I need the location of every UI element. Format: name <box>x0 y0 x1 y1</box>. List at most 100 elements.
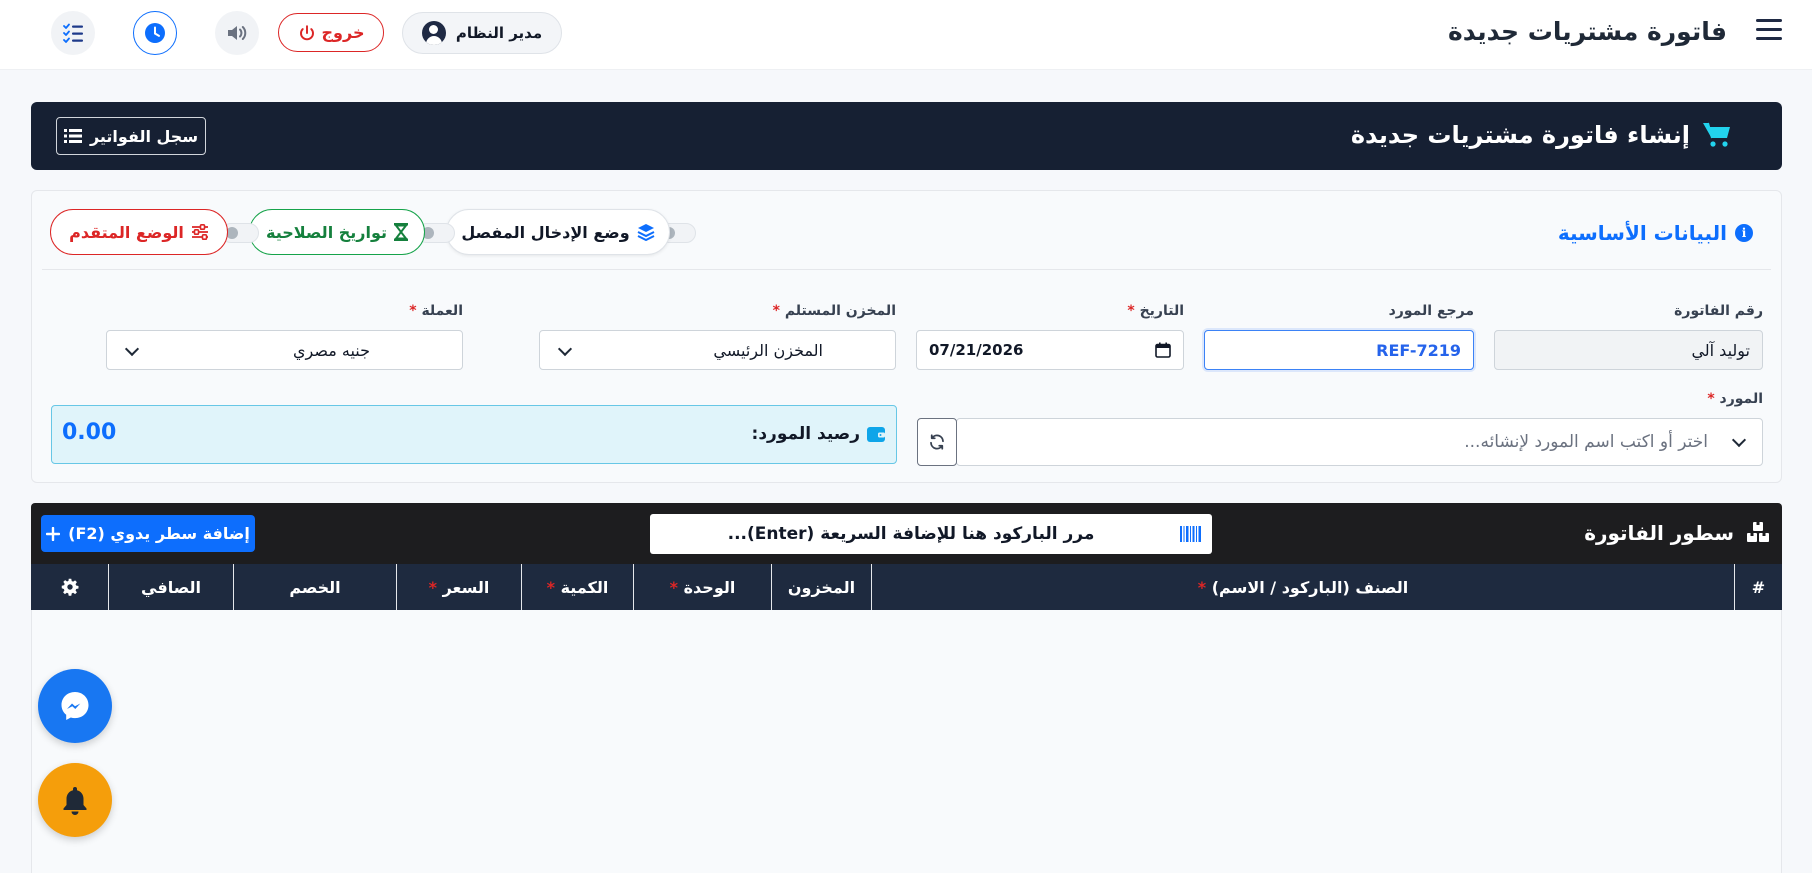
invoice-number-label: رقم الفاتورة <box>1674 303 1763 319</box>
basic-data-card: i البيانات الأساسية وضع الإدخال المفصل ت… <box>31 190 1782 483</box>
cart-icon <box>1703 122 1730 147</box>
invoice-lines-table-body <box>31 610 1782 873</box>
basic-data-title: i البيانات الأساسية <box>1558 221 1753 245</box>
column-item-label: الصنف (الباركود / الاسم) <box>1211 577 1409 597</box>
column-discount[interactable]: الخصم <box>233 564 396 610</box>
gear-icon[interactable] <box>61 578 79 596</box>
speaker-icon <box>228 26 247 40</box>
history-clock-button[interactable] <box>133 11 177 55</box>
column-quantity-label: الكمية <box>560 577 609 597</box>
chevron-down-icon <box>124 341 140 357</box>
quantity-required-mark: * <box>546 577 556 597</box>
column-unit[interactable]: الوحدة * <box>633 564 771 610</box>
advanced-mode-label: الوضع المتقدم <box>69 222 184 242</box>
column-index: # <box>1734 564 1782 610</box>
refresh-suppliers-button[interactable] <box>917 418 957 466</box>
user-menu-button[interactable]: مدير النظام <box>402 12 562 54</box>
chevron-down-icon <box>1731 432 1747 448</box>
date-label-text: التاريخ <box>1139 303 1184 319</box>
detailed-entry-mode-button[interactable]: وضع الإدخال المفصل <box>446 209 670 255</box>
plus-icon <box>46 526 61 541</box>
user-name: مدير النظام <box>455 24 543 42</box>
currency-label-text: العملة <box>421 303 463 319</box>
supplier-placeholder: اختر أو اكتب اسم المورد لإنشائه... <box>1464 432 1708 452</box>
date-label: التاريخ * <box>1127 303 1184 319</box>
supplier-label-text: المورد <box>1719 391 1763 407</box>
detailed-entry-label: وضع الإدخال المفصل <box>461 222 630 242</box>
item-required-mark: * <box>1197 577 1207 597</box>
column-settings[interactable] <box>31 564 108 610</box>
supplier-select[interactable]: اختر أو اكتب اسم المورد لإنشائه... <box>956 418 1763 466</box>
warehouse-label: المخزن المستلم * <box>773 303 896 319</box>
column-price-label: السعر <box>442 577 490 597</box>
column-net[interactable]: الصافي <box>108 564 233 610</box>
wallet-icon <box>867 427 885 442</box>
info-icon: i <box>1735 224 1753 242</box>
supplier-balance-box: رصيد المورد: 0.00 <box>51 405 897 464</box>
checklist-icon <box>63 23 83 43</box>
warehouse-label-text: المخزن المستلم <box>784 303 896 319</box>
invoices-log-button[interactable]: سجل الفواتير <box>56 117 206 155</box>
date-input[interactable]: 07/21/2026 <box>916 330 1184 370</box>
basic-data-title-text: البيانات الأساسية <box>1557 221 1727 245</box>
chevron-down-icon <box>557 341 573 357</box>
advanced-mode-button[interactable]: الوضع المتقدم <box>50 209 228 255</box>
messenger-icon <box>61 692 89 720</box>
currency-label: العملة * <box>409 303 463 319</box>
boxes-icon <box>1747 522 1769 542</box>
date-required-mark: * <box>1127 303 1135 319</box>
column-item[interactable]: الصنف (الباركود / الاسم) * <box>871 564 1734 610</box>
top-bar: فاتورة مشتريات جديدة مدير النظام خروج <box>0 0 1812 70</box>
add-manual-line-label: إضافة سطر يدوي (F2) <box>68 524 250 543</box>
logout-button[interactable]: خروج <box>278 13 384 52</box>
date-value: 07/21/2026 <box>929 341 1024 359</box>
barcode-placeholder: مرر الباركود هنا للإضافة السريعة (Enter)… <box>727 524 1095 544</box>
page-header-banner: إنشاء فاتورة مشتريات جديدة سجل الفواتير <box>31 102 1782 170</box>
currency-required-mark: * <box>409 303 417 319</box>
supplier-balance-value: 0.00 <box>62 420 117 445</box>
column-stock[interactable]: المخزون <box>771 564 871 610</box>
unit-required-mark: * <box>669 577 679 597</box>
hourglass-icon <box>394 223 409 241</box>
expiry-dates-label: تواريخ الصلاحية <box>266 222 388 242</box>
supplier-label: المورد * <box>1707 391 1763 407</box>
invoice-lines-table-header: # الصنف (الباركود / الاسم) * المخزون الو… <box>31 564 1782 610</box>
user-avatar-icon <box>421 21 446 45</box>
power-icon <box>299 24 314 40</box>
tasks-button[interactable] <box>51 11 95 55</box>
warehouse-required-mark: * <box>772 303 780 319</box>
layers-icon <box>637 224 655 241</box>
invoices-log-label: سجل الفواتير <box>89 126 199 146</box>
supplier-ref-label: مرجع المورد <box>1388 303 1474 319</box>
calendar-icon[interactable] <box>1155 342 1171 358</box>
invoice-lines-header: سطور الفاتورة مرر الباركود هنا للإضافة ا… <box>31 503 1782 564</box>
section-divider <box>42 269 1771 270</box>
messenger-chat-button[interactable] <box>38 669 112 743</box>
warehouse-value: المخزن الرئيسي <box>713 340 823 360</box>
invoice-number-input[interactable]: توليد آلي <box>1494 330 1763 370</box>
supplier-ref-input[interactable]: REF-7219 <box>1204 330 1474 370</box>
supplier-required-mark: * <box>1707 391 1715 407</box>
currency-value: جنيه مصري <box>292 340 370 360</box>
page-title: فاتورة مشتريات جديدة <box>1448 17 1727 46</box>
menu-toggle-icon[interactable] <box>1756 19 1782 45</box>
column-price[interactable]: السعر * <box>396 564 521 610</box>
barcode-icon <box>1180 526 1201 542</box>
refresh-icon <box>930 434 944 450</box>
bell-icon <box>63 787 87 815</box>
warehouse-select[interactable]: المخزن الرئيسي <box>539 330 896 370</box>
add-manual-line-button[interactable]: إضافة سطر يدوي (F2) <box>41 515 255 552</box>
column-quantity[interactable]: الكمية * <box>521 564 633 610</box>
logout-label: خروج <box>321 23 365 42</box>
invoice-lines-title: سطور الفاتورة <box>1584 521 1734 545</box>
banner-title: إنشاء فاتورة مشتريات جديدة <box>1350 121 1690 149</box>
column-unit-label: الوحدة <box>683 577 736 597</box>
clock-icon <box>145 23 165 43</box>
price-required-mark: * <box>428 577 438 597</box>
notifications-button[interactable] <box>38 763 112 837</box>
sound-toggle-button[interactable] <box>215 11 259 55</box>
currency-select[interactable]: جنيه مصري <box>106 330 463 370</box>
barcode-input[interactable]: مرر الباركود هنا للإضافة السريعة (Enter)… <box>650 514 1212 554</box>
supplier-balance-label: رصيد المورد: <box>751 424 860 444</box>
expiry-dates-button[interactable]: تواريخ الصلاحية <box>249 209 425 255</box>
